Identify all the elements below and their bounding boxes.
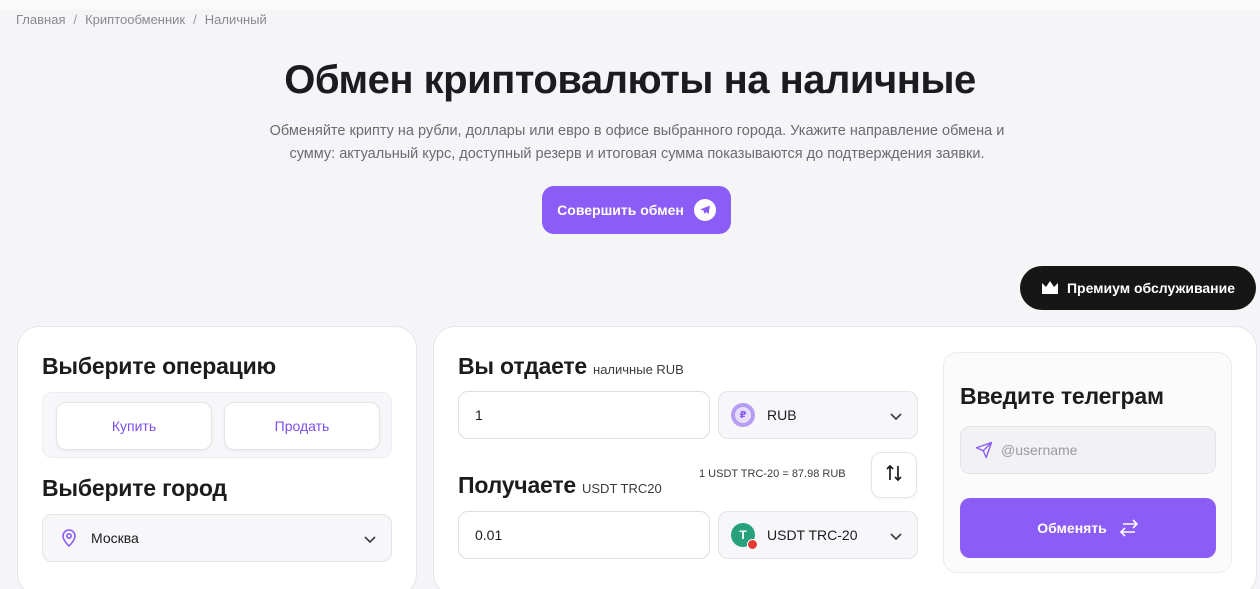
give-subtitle: наличные RUB xyxy=(593,362,684,377)
breadcrumb-exchanger[interactable]: Криптообменник xyxy=(85,12,185,27)
breadcrumb-current: Наличный xyxy=(204,12,267,27)
buy-button[interactable]: Купить xyxy=(56,402,212,450)
receive-title-text: Получаете xyxy=(458,472,576,498)
breadcrumb: Главная / Криптообменник / Наличный xyxy=(16,12,267,27)
receive-currency-select[interactable]: T USDT TRC-20 xyxy=(718,511,918,559)
give-currency-select[interactable]: ₽ RUB xyxy=(718,391,918,439)
top-strip xyxy=(0,0,1260,10)
exchange-submit-button[interactable]: Обменять xyxy=(960,498,1216,558)
swap-direction-button[interactable] xyxy=(871,452,917,498)
page-subtitle-line1: Обменяйте крипту на рубли, доллары или е… xyxy=(269,123,1005,139)
give-amount-value: 1 xyxy=(475,407,483,423)
make-exchange-button[interactable]: Совершить обмен xyxy=(542,186,731,234)
exchange-card: Вы отдаете наличные RUB 1 ₽ RUB Получает… xyxy=(433,326,1257,589)
premium-service-label: Премиум обслуживание xyxy=(1066,280,1236,296)
exchange-arrows-icon xyxy=(1119,519,1139,537)
operation-title: Выберите операцию xyxy=(42,353,276,379)
swap-arrows-icon xyxy=(884,463,904,488)
receive-amount-value: 0.01 xyxy=(475,527,503,543)
page-title: Обмен криптовалюты на наличные xyxy=(284,58,976,102)
chevron-down-icon xyxy=(889,529,903,546)
send-plane-icon xyxy=(975,441,993,459)
operation-card: Выберите операцию Купить Продать Выберит… xyxy=(17,326,417,589)
ruble-coin-icon: ₽ xyxy=(731,403,755,427)
chevron-down-icon xyxy=(889,409,903,426)
operation-toggle: Купить Продать xyxy=(42,392,392,458)
receive-currency-value: USDT TRC-20 xyxy=(767,527,858,543)
city-select-value: Москва xyxy=(91,530,139,546)
city-select[interactable]: Москва xyxy=(42,514,392,562)
premium-service-button[interactable]: Премиум обслуживание xyxy=(1020,266,1256,310)
exchange-submit-label: Обменять xyxy=(1037,520,1107,536)
make-exchange-label: Совершить обмен xyxy=(557,202,684,218)
city-title: Выберите город xyxy=(42,475,227,501)
breadcrumb-separator: / xyxy=(73,12,78,27)
page-subtitle: Обменяйте крипту на рубли, доллары или е… xyxy=(250,120,1024,166)
receive-amount-input[interactable]: 0.01 xyxy=(458,511,710,559)
receive-subtitle: USDT TRC20 xyxy=(582,481,662,496)
breadcrumb-home[interactable]: Главная xyxy=(16,12,65,27)
give-currency-value: RUB xyxy=(767,407,797,423)
tether-coin-icon: T xyxy=(731,523,758,550)
telegram-username-input[interactable]: @username xyxy=(960,426,1216,474)
chevron-down-icon xyxy=(363,532,377,549)
tron-badge-icon xyxy=(747,539,758,550)
telegram-panel: Введите телеграм @username Обменять xyxy=(943,352,1232,573)
page-subtitle-line2: сумму: актуальный курс, доступный резерв… xyxy=(289,146,985,162)
telegram-username-placeholder: @username xyxy=(1001,442,1078,458)
telegram-title: Введите телеграм xyxy=(960,383,1164,409)
receive-title: Получаете USDT TRC20 xyxy=(458,472,662,499)
crown-icon xyxy=(1041,279,1059,298)
give-amount-input[interactable]: 1 xyxy=(458,391,710,439)
location-pin-icon xyxy=(61,529,77,547)
telegram-icon xyxy=(693,199,716,221)
sell-button[interactable]: Продать xyxy=(224,402,380,450)
give-title: Вы отдаете наличные RUB xyxy=(458,353,684,380)
give-title-text: Вы отдаете xyxy=(458,353,588,379)
exchange-rate: 1 USDT TRC-20 = 87.98 RUB xyxy=(699,468,846,480)
breadcrumb-separator: / xyxy=(193,12,197,27)
